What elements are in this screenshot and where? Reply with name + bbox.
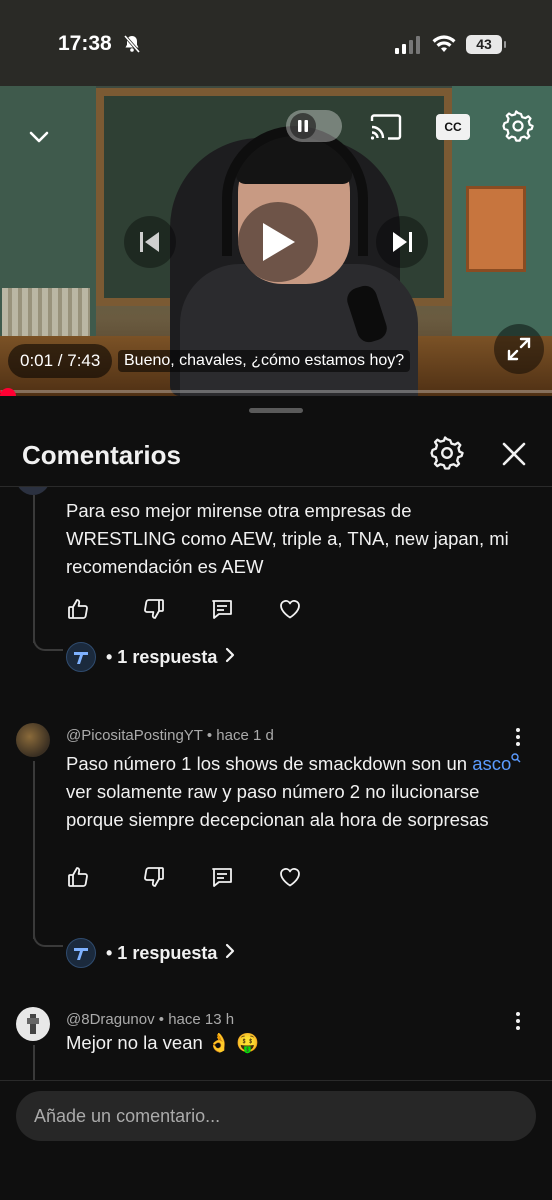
replies-count: • 1 respuesta [106,942,218,963]
caption-text: Bueno, chavales, ¿cómo estamos hoy? [118,350,411,372]
comment-author[interactable]: @PicositaPostingYT [66,727,203,744]
thread-line [33,761,35,939]
comment-meta: @8Dragunov • hace 13 h [66,1011,235,1028]
comment-text: Mejor no la vean 👌 🤑 [66,1032,260,1053]
pause-icon [290,113,316,139]
time-readout: 0:01 / 7:43 [8,344,113,378]
thumbs-up-icon[interactable] [62,593,94,625]
chevron-down-icon[interactable] [22,120,56,154]
bell-muted-icon [122,34,142,59]
comments-sheet: Comentarios Para eso mejor mirense otra … [0,396,552,1200]
thumbs-down-icon[interactable] [138,593,170,625]
comment-composer [0,1080,552,1200]
replies-link[interactable]: • 1 respuesta [66,937,237,969]
video-frame-notice [466,186,526,272]
play-icon[interactable] [238,202,318,282]
comment-time: hace 1 d [216,727,274,744]
search-link[interactable]: asco [472,753,521,774]
thumbs-down-icon[interactable] [138,861,170,893]
reply-avatar [66,642,96,672]
thread-line [33,1045,35,1080]
cc-icon[interactable]: CC [436,114,470,140]
previous-icon[interactable] [124,216,176,268]
replies-link[interactable]: • 1 respuesta [66,641,237,673]
comment-text: Paso número 1 los shows de smackdown son… [66,745,526,834]
comment-text: Para eso mejor mirense otra empresas de … [66,500,509,577]
signal-icon [395,36,421,59]
comment-time: hace 13 h [168,1011,235,1028]
comment-text-part: ver solamente raw y paso número 2 no ilu… [66,781,489,831]
gear-icon[interactable] [500,108,536,144]
thread-elbow [33,633,63,651]
reply-icon[interactable] [206,593,238,625]
comment-author[interactable]: @8Dragunov [66,1011,155,1028]
comments-list[interactable]: Para eso mejor mirense otra empresas de … [0,487,552,1080]
autoplay-toggle[interactable] [286,110,342,142]
status-bar: 17:38 43 [0,0,552,86]
wifi-icon [432,35,456,58]
video-player[interactable]: CC 0:01 / 7:43 Bueno, chavales, ¿cómo es… [0,86,552,396]
reply-icon[interactable] [206,861,238,893]
heart-icon[interactable] [274,593,306,625]
comment: @8Dragunov • hace 13 h Mejor no la vean … [0,1003,552,1080]
comment-input[interactable] [16,1091,536,1141]
video-frame-radiator [2,288,90,342]
reply-avatar [66,938,96,968]
search-icon [511,750,521,767]
heart-icon[interactable] [274,861,306,893]
cast-icon[interactable] [368,110,404,144]
avatar[interactable] [16,723,50,757]
comment-meta: @PicositaPostingYT • hace 1 d [66,727,274,744]
close-icon[interactable] [498,438,530,470]
chevron-right-icon [223,943,237,964]
chevron-right-icon [223,647,237,668]
progress-bar[interactable] [0,390,552,393]
thumbs-up-icon[interactable] [62,861,94,893]
thread-line [33,495,35,643]
comment-text-part: Paso número 1 los shows de smackdown son… [66,753,473,775]
comment: Para eso mejor mirense otra empresas de … [0,487,552,699]
sheet-title: Comentarios [22,440,181,470]
drag-handle[interactable] [249,408,303,413]
status-time: 17:38 [58,32,112,55]
fullscreen-icon[interactable] [494,324,544,374]
gear-icon[interactable] [430,436,464,470]
avatar[interactable] [16,487,50,495]
next-icon[interactable] [376,216,428,268]
battery-icon: 43 [466,35,506,54]
thread-elbow [33,929,63,947]
avatar[interactable] [16,1007,50,1041]
replies-count: • 1 respuesta [106,646,218,667]
search-link-label: asco [472,753,512,775]
comment: @PicositaPostingYT • hace 1 d Paso númer… [0,719,552,979]
